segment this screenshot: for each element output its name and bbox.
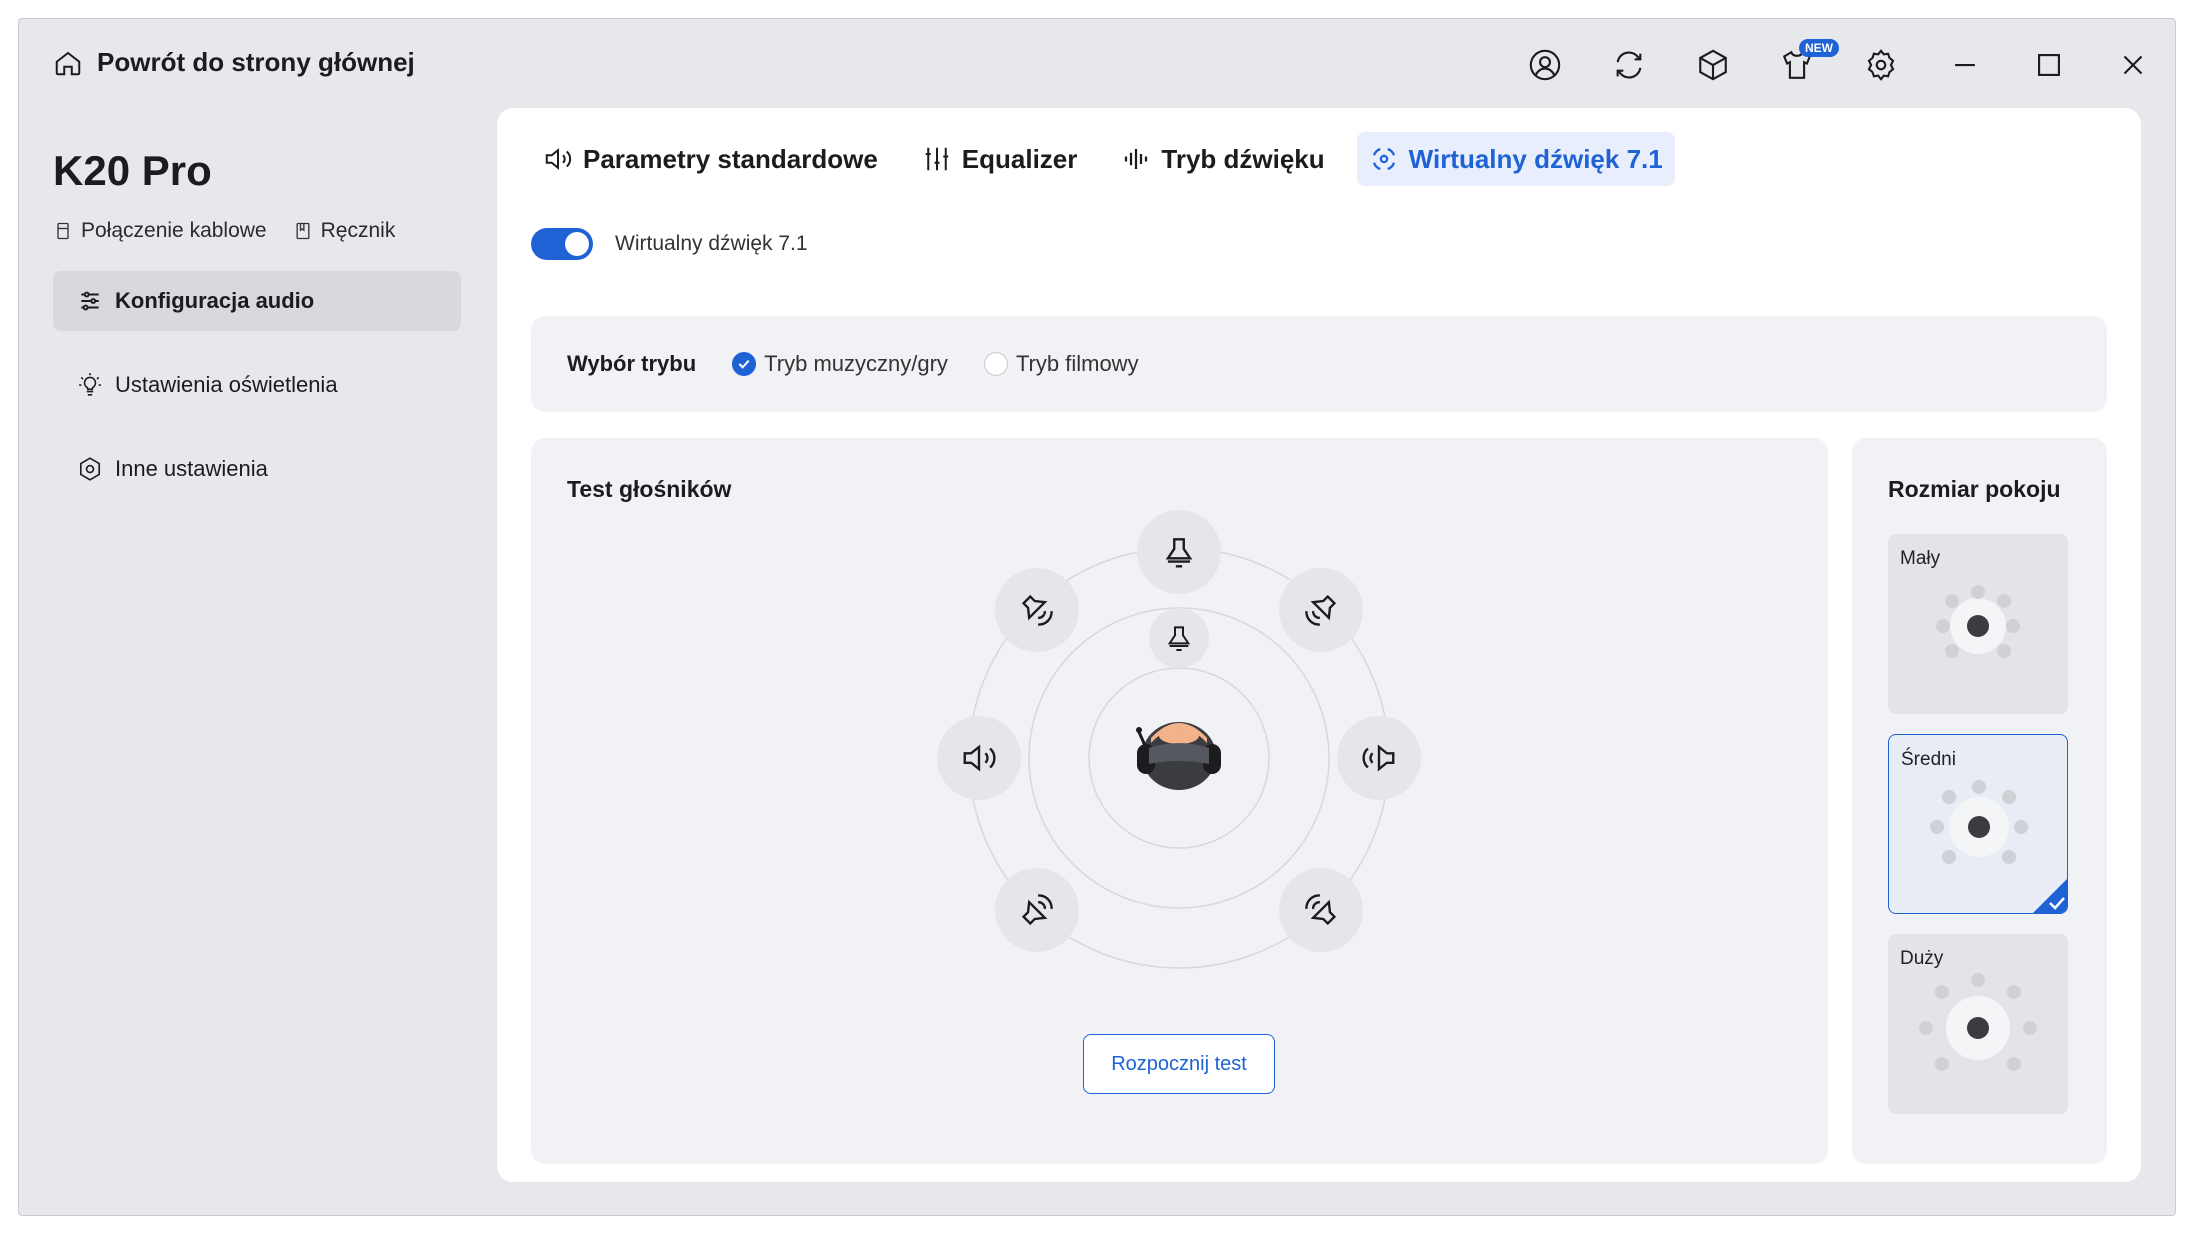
tab-virtual-7-1[interactable]: Wirtualny dźwięk 7.1	[1356, 132, 1675, 186]
sidebar-item-label: Inne ustawienia	[115, 456, 268, 481]
connection-label: Połączenie kablowe	[81, 219, 267, 242]
connection-info: Połączenie kablowe	[53, 219, 267, 243]
room-size-medium[interactable]: Średni	[1888, 734, 2068, 914]
surround-icon	[1372, 147, 1395, 171]
close-button[interactable]	[2091, 41, 2175, 89]
device-meta: Połączenie kablowe Ręcznik	[53, 219, 395, 243]
radio-movie[interactable]: Tryb filmowy	[983, 351, 1139, 377]
minimize-button[interactable]	[1923, 41, 2007, 89]
selected-check-icon	[2033, 879, 2067, 913]
speaker-side-right[interactable]	[1337, 716, 1421, 800]
sidebar-nav: Konfiguracja audio Ustawienia oświetleni…	[53, 271, 461, 523]
sidebar-item-audio-config[interactable]: Konfiguracja audio	[53, 271, 461, 331]
sliders-icon	[81, 291, 99, 311]
account-button[interactable]	[1503, 41, 1587, 89]
gear-icon	[1867, 49, 1895, 81]
virtual-sound-toggle[interactable]	[531, 228, 593, 260]
listener-head-icon	[1136, 722, 1221, 790]
speaker-icon	[963, 744, 996, 772]
tab-label: Wirtualny dźwięk 7.1	[1408, 143, 1663, 174]
home-icon	[55, 51, 81, 75]
bell-speaker-icon	[1165, 538, 1193, 568]
virtual-sound-toggle-row: Wirtualny dźwięk 7.1	[531, 228, 808, 260]
room-size-small[interactable]: Mały	[1888, 534, 2068, 714]
package-button[interactable]	[1671, 41, 1755, 89]
start-test-button[interactable]: Rozpocznij test	[1083, 1034, 1275, 1094]
radio-label: Tryb muzyczny/gry	[764, 351, 948, 376]
lightbulb-icon	[79, 373, 101, 396]
radio-music-game[interactable]: Tryb muzyczny/gry	[732, 351, 948, 377]
sidebar-item-label: Konfiguracja audio	[115, 288, 315, 313]
equalizer-icon	[925, 147, 949, 171]
soundwave-icon	[1125, 149, 1148, 169]
main-panel: Parametry standardowe Equalizer Tryb dźw…	[497, 108, 2141, 1182]
speaker-icon	[1362, 744, 1395, 772]
mode-selection-label: Wybór trybu	[567, 351, 697, 376]
tab-label: Parametry standardowe	[583, 143, 878, 174]
back-to-home-link[interactable]: Powrót do strony głównej	[53, 47, 415, 78]
room-size-panel: Rozmiar pokoju Mały Średni Duży	[1852, 438, 2107, 1164]
radio-unchecked-icon	[983, 352, 1008, 376]
maximize-icon	[2038, 54, 2060, 76]
refresh-button[interactable]	[1587, 41, 1671, 89]
cable-icon	[57, 222, 69, 240]
sidebar-item-label: Ustawienia oświetlenia	[115, 372, 338, 397]
speaker-front-right[interactable]	[1279, 568, 1363, 652]
maximize-button[interactable]	[2007, 41, 2091, 89]
tab-label: Tryb dźwięku	[1161, 143, 1325, 174]
speaker-side-left[interactable]	[937, 716, 1021, 800]
speaker-icon	[545, 148, 572, 170]
new-badge: NEW	[1799, 39, 1839, 57]
tab-equalizer[interactable]: Equalizer	[910, 132, 1090, 186]
sidebar-item-lighting[interactable]: Ustawienia oświetlenia	[53, 355, 461, 415]
room-large-visual	[1919, 973, 2037, 1071]
radio-checked-icon	[732, 352, 757, 376]
speaker-angled-icon	[1305, 594, 1337, 626]
radio-label: Tryb filmowy	[1015, 351, 1139, 376]
title-bar-actions: NEW	[1503, 39, 2175, 89]
settings-button[interactable]	[1839, 41, 1923, 89]
speaker-center-inner[interactable]	[1149, 608, 1209, 668]
tab-label: Equalizer	[961, 143, 1078, 174]
speaker-test-panel: Test głośników Rozpocznij test	[531, 438, 1828, 1164]
shop-button[interactable]: NEW	[1755, 39, 1839, 89]
tab-standard-params[interactable]: Parametry standardowe	[531, 132, 890, 186]
bell-speaker-icon	[1167, 626, 1191, 651]
back-to-home-label: Powrót do strony głównej	[97, 47, 415, 77]
speaker-rear-left[interactable]	[995, 868, 1079, 952]
account-icon	[1529, 49, 1561, 81]
package-icon	[1699, 49, 1727, 81]
manual-link[interactable]: Ręcznik	[293, 219, 396, 243]
minimize-icon	[1955, 63, 1975, 67]
virtual-sound-toggle-label: Wirtualny dźwięk 7.1	[615, 232, 808, 255]
hexagon-settings-icon	[79, 457, 101, 481]
speaker-center-top[interactable]	[1137, 510, 1221, 594]
speaker-angled-icon	[1021, 894, 1053, 926]
sidebar-item-other[interactable]: Inne ustawienia	[53, 439, 461, 499]
tab-bar: Parametry standardowe Equalizer Tryb dźw…	[531, 132, 1675, 186]
speaker-angled-icon	[1305, 894, 1337, 926]
mode-selection: Wybór trybu Tryb muzyczny/gry Tryb filmo…	[531, 316, 2107, 412]
room-size-title: Rozmiar pokoju	[1888, 476, 2061, 502]
title-bar: Powrót do strony głównej NEW	[19, 19, 2175, 109]
room-small-visual	[1936, 585, 2020, 658]
close-icon	[2123, 55, 2143, 75]
refresh-icon	[1616, 51, 1642, 79]
room-size-large[interactable]: Duży	[1888, 934, 2068, 1114]
speaker-front-left[interactable]	[995, 568, 1079, 652]
manual-icon	[296, 222, 310, 240]
speaker-angled-icon	[1021, 594, 1053, 626]
speaker-rear-right[interactable]	[1279, 868, 1363, 952]
app-window: Powrót do strony głównej NEW K20 Pro Poł…	[18, 18, 2176, 1216]
device-name: K20 Pro	[53, 147, 212, 194]
manual-label: Ręcznik	[320, 219, 396, 242]
tab-sound-mode[interactable]: Tryb dźwięku	[1109, 132, 1336, 186]
